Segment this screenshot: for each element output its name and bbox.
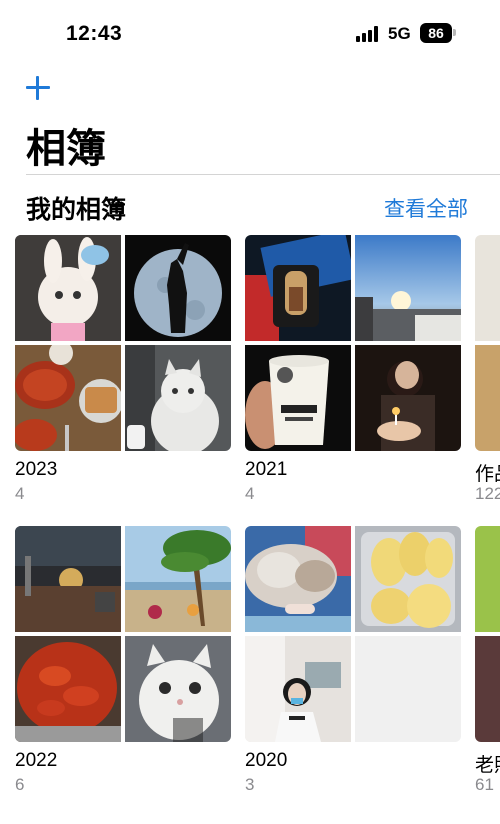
album-thumbnail-grid bbox=[245, 526, 461, 742]
divider bbox=[26, 174, 500, 175]
photo-plush-bunny bbox=[15, 235, 121, 341]
photo-white-cat bbox=[125, 345, 231, 451]
section-title: 我的相簿 bbox=[26, 196, 127, 224]
album-name: 2021 bbox=[245, 459, 288, 480]
status-time: 12:43 bbox=[66, 22, 123, 45]
photo-sleeping-cat bbox=[245, 526, 351, 632]
photo-beach-palm bbox=[125, 526, 231, 632]
photo-works-1 bbox=[475, 235, 500, 341]
album-thumbnail-grid bbox=[15, 526, 231, 742]
photo-gift-box bbox=[245, 235, 351, 341]
album-count: 4 bbox=[15, 484, 25, 503]
network-type: 5G bbox=[388, 24, 411, 43]
album-name: 2023 bbox=[15, 459, 58, 480]
photo-girl-room bbox=[245, 636, 351, 742]
album-thumbnail-grid bbox=[475, 526, 500, 742]
status-bar: 12:43 5G 86 bbox=[0, 0, 500, 68]
album-count: 4 bbox=[245, 484, 255, 503]
album-2023[interactable]: 2023 4 bbox=[15, 235, 231, 505]
photo-kitten bbox=[125, 636, 231, 742]
photo-old-2 bbox=[475, 636, 500, 742]
photo-ice-cream-cup bbox=[245, 345, 351, 451]
photo-birthday-cake bbox=[355, 345, 461, 451]
photo-works-2 bbox=[475, 345, 500, 451]
album-2022[interactable]: 2022 6 bbox=[15, 526, 231, 796]
photo-night-deck bbox=[15, 526, 121, 632]
see-all-button[interactable]: 查看全部 bbox=[384, 193, 468, 223]
album-thumbnail-grid bbox=[475, 235, 500, 451]
photo-moon-silhouette bbox=[125, 235, 231, 341]
album-name: 2022 bbox=[15, 750, 58, 771]
album-name: 作品 bbox=[475, 464, 500, 485]
album-count: 61 bbox=[475, 775, 494, 794]
album-2021[interactable]: 2021 4 bbox=[245, 235, 461, 505]
album-name: 2020 bbox=[245, 750, 288, 771]
battery-icon: 86 bbox=[420, 23, 452, 43]
photo-crayfish-table bbox=[15, 345, 121, 451]
photo-sunset-sea bbox=[355, 235, 461, 341]
plus-icon[interactable] bbox=[24, 74, 52, 102]
album-2020[interactable]: 2020 3 bbox=[245, 526, 461, 796]
photo-old-1 bbox=[475, 526, 500, 632]
album-name: 老照 bbox=[475, 755, 500, 776]
album-count: 6 bbox=[15, 775, 25, 794]
photo-empty-slot bbox=[355, 636, 461, 742]
album-count: 122 bbox=[475, 484, 500, 503]
cellular-signal-icon bbox=[356, 26, 380, 42]
album-works[interactable]: 作品 122 bbox=[475, 235, 500, 505]
battery-tip bbox=[453, 29, 456, 36]
photo-durian bbox=[355, 526, 461, 632]
album-thumbnail-grid bbox=[245, 235, 461, 451]
album-old-photos[interactable]: 老照 61 bbox=[475, 526, 500, 796]
album-thumbnail-grid bbox=[15, 235, 231, 451]
page-title: 相簿 bbox=[26, 127, 106, 171]
photo-crayfish-plate bbox=[15, 636, 121, 742]
album-count: 3 bbox=[245, 775, 255, 794]
